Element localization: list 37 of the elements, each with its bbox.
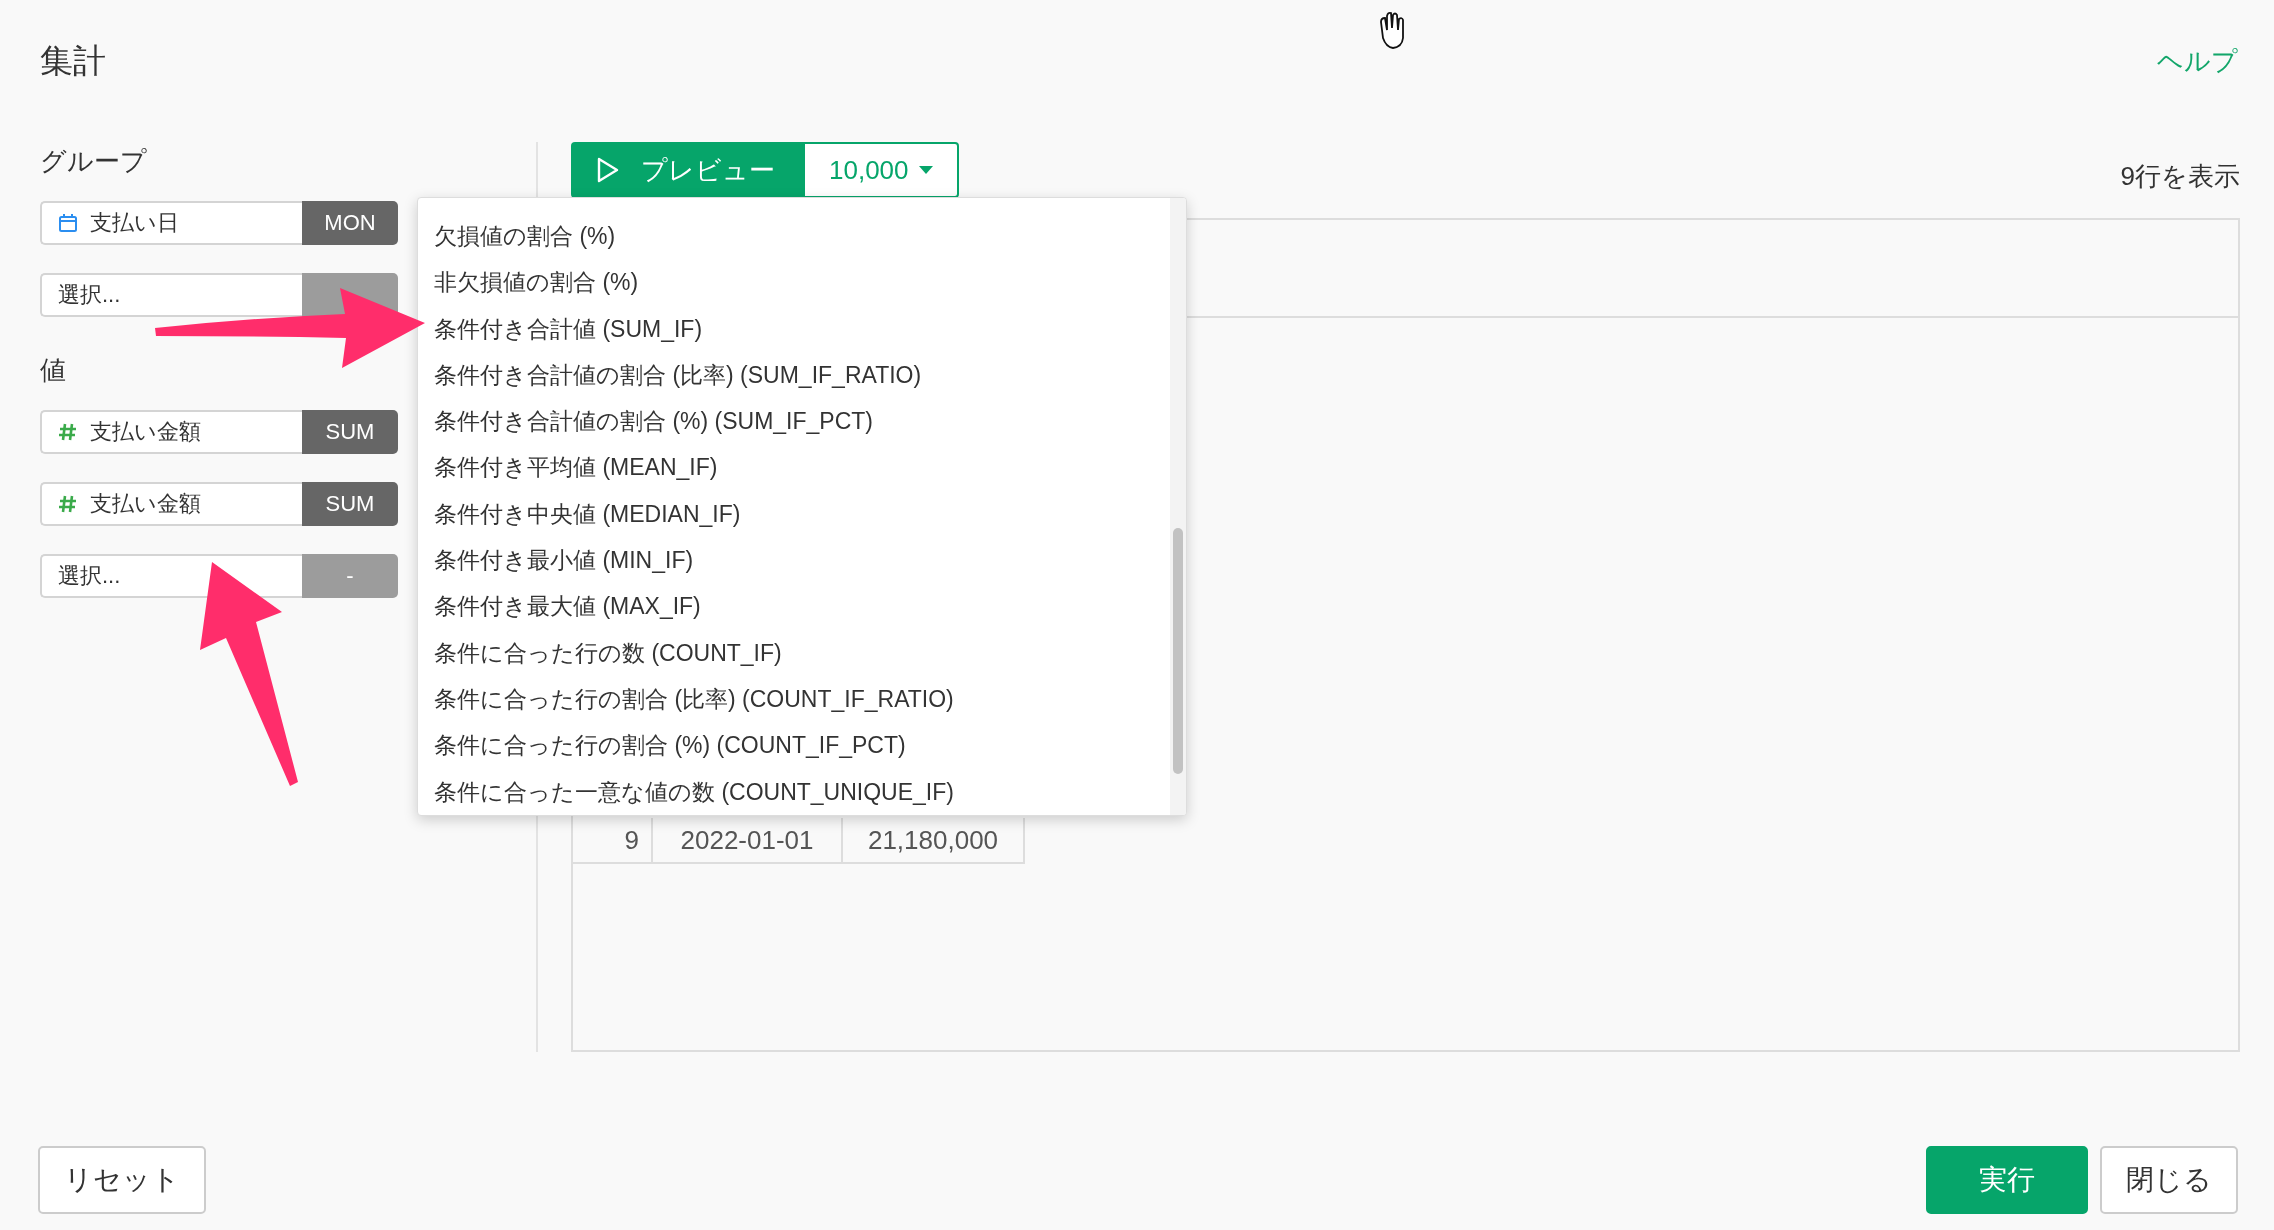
menu-item[interactable]: 条件に合った行の数 (COUNT_IF) (418, 629, 1170, 676)
table-cell: 2022-01-01 (653, 818, 843, 864)
dialog-title: 集計 (40, 40, 106, 81)
function-select[interactable]: SUM (302, 410, 398, 454)
column-select[interactable]: 支払い日 (40, 201, 302, 245)
function-select[interactable]: SUM (302, 482, 398, 526)
table-cell: 9 (573, 818, 653, 864)
menu-item[interactable]: 非欠損値の割合 (%) (418, 259, 1170, 306)
menu-item[interactable]: 条件付き合計値の割合 (%) (SUM_IF_PCT) (418, 398, 1170, 445)
column-select[interactable]: 選択... (40, 273, 302, 317)
menu-item[interactable]: 条件に合った行の割合 (比率) (COUNT_IF_RATIO) (418, 675, 1170, 723)
menu-item[interactable]: 条件に合った行の割合 (%) (COUNT_IF_PCT) (418, 722, 1170, 769)
calendar-icon (58, 213, 78, 233)
caret-icon (918, 166, 933, 174)
close-button[interactable]: 閉じる (2100, 1146, 2238, 1214)
menu-item[interactable]: 条件付き合計値の割合 (比率) (SUM_IF_RATIO) (418, 351, 1170, 399)
function-select[interactable]: MON (302, 201, 398, 245)
menu-item[interactable]: 条件に合った一意な値の数 (COUNT_UNIQUE_IF) (418, 768, 1170, 815)
reset-button[interactable]: リセット (38, 1146, 206, 1214)
column-select[interactable]: 選択... (40, 554, 302, 598)
scrollbar-thumb[interactable] (1173, 528, 1183, 774)
menu-item[interactable]: 条件付き中央値 (MEDIAN_IF) (418, 490, 1170, 538)
column-select[interactable]: 支払い金額 (40, 410, 302, 454)
menu-item[interactable]: 条件付き平均値 (MEAN_IF) (418, 444, 1170, 491)
menu-item[interactable]: 条件付き合計値 (SUM_IF) (418, 305, 1170, 352)
menu-item[interactable]: 条件付き最小値 (MIN_IF) (418, 537, 1170, 584)
menu-item[interactable]: 条件付き最大値 (MAX_IF) (418, 583, 1170, 630)
section-label: グループ (40, 145, 148, 178)
play-icon (597, 157, 619, 183)
hand-cursor-icon (1380, 11, 1404, 49)
menu-item[interactable]: 欠損値の割合 (%) (418, 213, 1170, 260)
hash-icon (58, 422, 78, 442)
section-label: 値 (40, 354, 67, 387)
table-cell: 21,180,000 (843, 818, 1025, 864)
column-select[interactable]: 支払い金額 (40, 482, 302, 526)
hash-icon (58, 494, 78, 514)
row-count: 9行を表示 (2120, 160, 2240, 193)
